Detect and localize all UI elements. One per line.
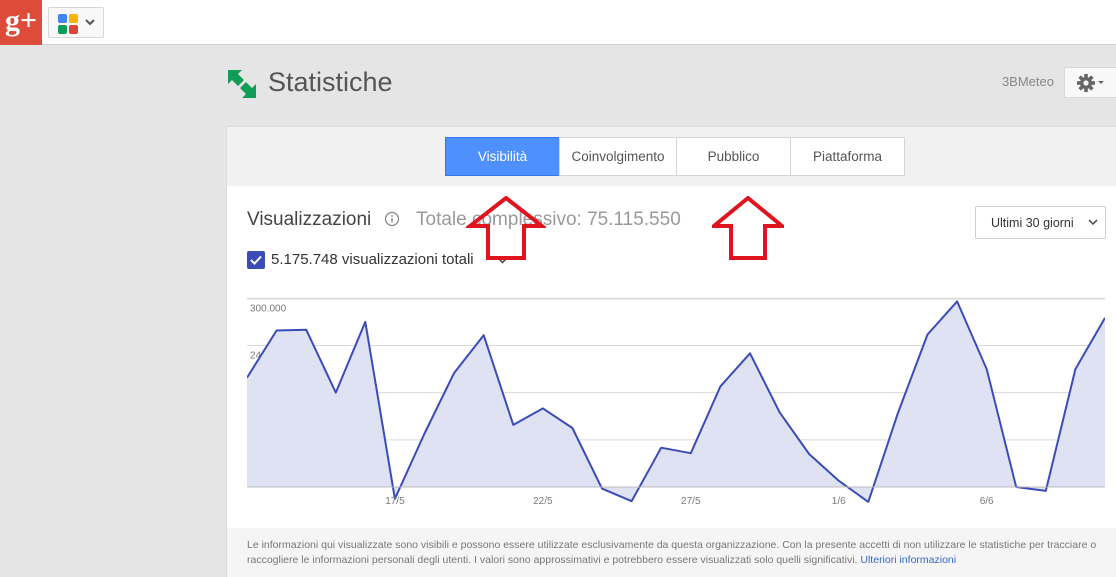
data-point (363, 320, 367, 324)
tab-bar: Visibilità Coinvolgimento Pubblico Piatt… (227, 127, 1116, 186)
total-views: Totale complessivo: 75.115.550 (416, 209, 681, 230)
tab-pubblico[interactable]: Pubblico (676, 137, 791, 176)
disclaimer-body: Le informazioni qui visualizzate sono vi… (247, 539, 1097, 566)
info-icon[interactable] (384, 211, 400, 227)
data-point (718, 384, 722, 388)
data-point (334, 391, 338, 395)
data-point (659, 446, 663, 450)
top-bar: g+ (0, 0, 1116, 45)
data-point (541, 406, 545, 410)
data-point (926, 333, 930, 337)
account-name: 3BMeteo (1001, 74, 1054, 89)
tab-piattaforma[interactable]: Piattaforma (790, 137, 905, 176)
data-point (482, 333, 486, 337)
annotation-arrow-up-icon (712, 196, 784, 260)
more-info-link[interactable]: Ulteriori informazioni (860, 554, 956, 566)
series-area (247, 301, 1105, 502)
data-point (778, 410, 782, 414)
annotation-arrow-up-icon (466, 196, 546, 260)
date-range-label: Ultimi 30 giorni (991, 216, 1074, 230)
data-point (807, 452, 811, 456)
data-point (1044, 489, 1048, 493)
series-checkbox[interactable] (247, 251, 265, 269)
disclaimer-footer: Le informazioni qui visualizzate sono vi… (227, 528, 1116, 577)
tab-coinvolgimento[interactable]: Coinvolgimento (559, 137, 677, 176)
tab-visibilita[interactable]: Visibilità (445, 137, 560, 176)
x-tick-label: 17/5 (385, 496, 405, 507)
app-switcher-button[interactable] (48, 7, 104, 38)
y-tick-label: 300.000 (250, 303, 287, 314)
date-range-select[interactable]: Ultimi 30 giorni (975, 206, 1106, 239)
data-point (985, 367, 989, 371)
disclaimer-text: Le informazioni qui visualizzate sono vi… (247, 538, 1107, 568)
data-point (630, 499, 634, 503)
statistics-card: Visibilità Coinvolgimento Pubblico Piatt… (226, 126, 1116, 577)
x-tick-label: 22/5 (533, 496, 553, 507)
x-tick-label: 1/6 (832, 496, 846, 507)
data-point (1073, 367, 1077, 371)
data-point (600, 487, 604, 491)
data-point (1014, 485, 1018, 489)
chevron-down-icon (1088, 219, 1098, 226)
data-point (837, 479, 841, 483)
x-tick-label: 27/5 (681, 496, 701, 507)
data-point (511, 423, 515, 427)
section-heading: Visualizzazioni (247, 209, 372, 230)
statistics-icon (228, 70, 256, 98)
google-plus-logo[interactable]: g+ (0, 0, 42, 45)
data-point (570, 426, 574, 430)
page-header: Statistiche 3BMeteo (226, 64, 1116, 108)
data-point (275, 329, 279, 333)
data-point (304, 328, 308, 332)
data-point (866, 500, 870, 504)
pages-icon (58, 14, 78, 34)
gear-icon (1077, 74, 1104, 92)
x-tick-label: 6/6 (980, 496, 994, 507)
settings-button[interactable] (1064, 67, 1116, 98)
series-label: 5.175.748 visualizzazioni totali (271, 251, 474, 268)
data-point (896, 411, 900, 415)
page-title: Statistiche (268, 67, 393, 97)
data-point (748, 351, 752, 355)
data-point (955, 299, 959, 303)
data-point (452, 371, 456, 375)
chevron-down-icon (85, 19, 95, 26)
data-point (423, 432, 427, 436)
check-icon (250, 255, 262, 265)
data-point (689, 451, 693, 455)
views-chart: 120.000180.000240.000300.00017/522/527/5… (247, 297, 1105, 507)
